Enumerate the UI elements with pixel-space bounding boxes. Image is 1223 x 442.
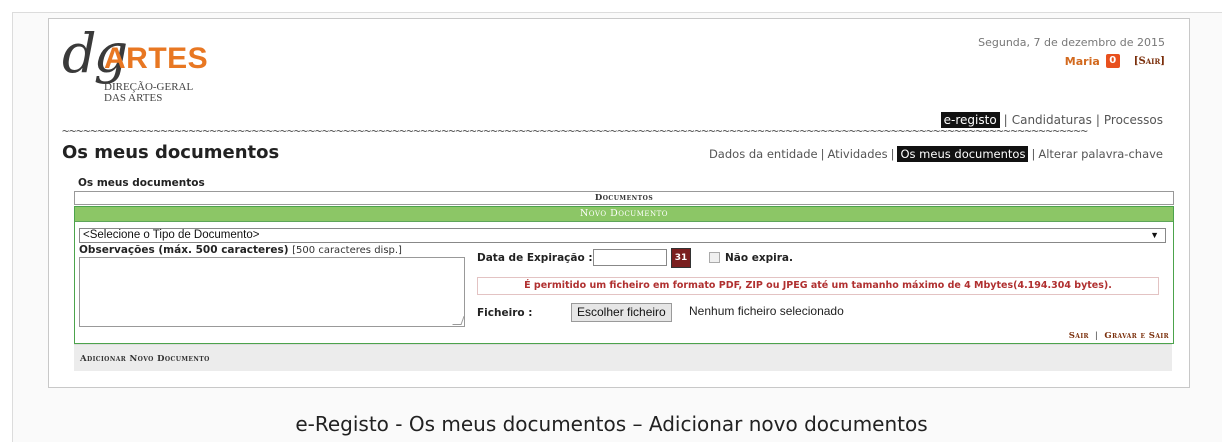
no-expiry-checkbox[interactable]: [709, 252, 720, 263]
dropdown-arrow-icon: ▼: [1150, 230, 1159, 240]
logo-subtitle-line2: DAS ARTES: [104, 92, 163, 104]
action-separator: |: [1094, 331, 1099, 341]
documents-bar[interactable]: Documentos: [74, 191, 1174, 205]
observations-label: Observações (máx. 500 caracteres) [500 c…: [79, 244, 402, 256]
notification-badge[interactable]: 0: [1105, 54, 1120, 68]
subnav-alterar-palavra-chave[interactable]: Alterar palavra-chave: [1038, 147, 1163, 161]
file-size-notice: É permitido um ficheiro em formato PDF, …: [477, 277, 1159, 295]
subnav-atividades[interactable]: Atividades: [828, 147, 888, 161]
header-user: Maria 0 [Sair]: [1065, 54, 1165, 68]
file-status: Nenhum ficheiro selecionado: [689, 304, 844, 318]
save-and-exit-link[interactable]: Gravar e Sair: [1104, 331, 1169, 341]
exit-link[interactable]: Sair: [1069, 331, 1089, 341]
expiry-date-label: Data de Expiração :: [477, 252, 593, 264]
new-document-header: Novo Documento: [75, 207, 1173, 222]
observations-label-text: Observações (máx. 500 caracteres): [79, 244, 289, 256]
document-type-value: <Selecione o Tipo de Documento>: [83, 229, 260, 241]
dgartes-logo[interactable]: dg ARTES DIREÇÃO-GERAL DAS ARTES: [62, 22, 262, 120]
add-document-link[interactable]: Adicionar Novo Documento: [80, 354, 210, 364]
page-title: Os meus documentos: [62, 142, 280, 163]
choose-file-button[interactable]: Escolher ficheiro: [571, 303, 672, 322]
user-name[interactable]: Maria: [1065, 55, 1100, 68]
form-actions: Sair | Gravar e Sair: [1069, 331, 1169, 341]
document-type-select[interactable]: <Selecione o Tipo de Documento> ▼: [79, 228, 1166, 243]
new-document-panel: Novo Documento <Selecione o Tipo de Docu…: [74, 206, 1174, 344]
observations-char-count: [500 caracteres disp.]: [292, 245, 402, 256]
add-document-bar[interactable]: Adicionar Novo Documento: [74, 344, 1172, 371]
sub-nav: Dados da entidade | Atividades | Os meus…: [709, 146, 1163, 162]
nav-separator: |: [890, 147, 895, 161]
nav-separator: |: [1031, 147, 1036, 161]
logo-artes-text: ARTES: [104, 42, 209, 75]
figure-caption: e-Registo - Os meus documentos – Adicion…: [295, 412, 928, 436]
logout-link[interactable]: [Sair]: [1134, 56, 1165, 67]
nav-separator: |: [820, 147, 825, 161]
resize-grip-icon[interactable]: [452, 316, 465, 325]
subnav-dados-entidade[interactable]: Dados da entidade: [709, 147, 818, 161]
expiry-date-input[interactable]: [593, 249, 667, 266]
no-expiry-label: Não expira.: [725, 252, 794, 264]
logo-subtitle: DIREÇÃO-GERAL DAS ARTES: [104, 82, 193, 104]
tilde-divider: ~~~~~~~~~~~~~~~~~~~~~~~~~~~~~~~~~~~~~~~~…: [62, 124, 1088, 138]
header-date: Segunda, 7 de dezembro de 2015: [978, 36, 1165, 49]
observations-textarea[interactable]: [79, 257, 465, 327]
section-label: Os meus documentos: [78, 177, 205, 189]
file-label: Ficheiro :: [477, 307, 533, 319]
subnav-os-meus-documentos[interactable]: Os meus documentos: [897, 146, 1029, 162]
calendar-icon[interactable]: 31: [671, 248, 691, 268]
